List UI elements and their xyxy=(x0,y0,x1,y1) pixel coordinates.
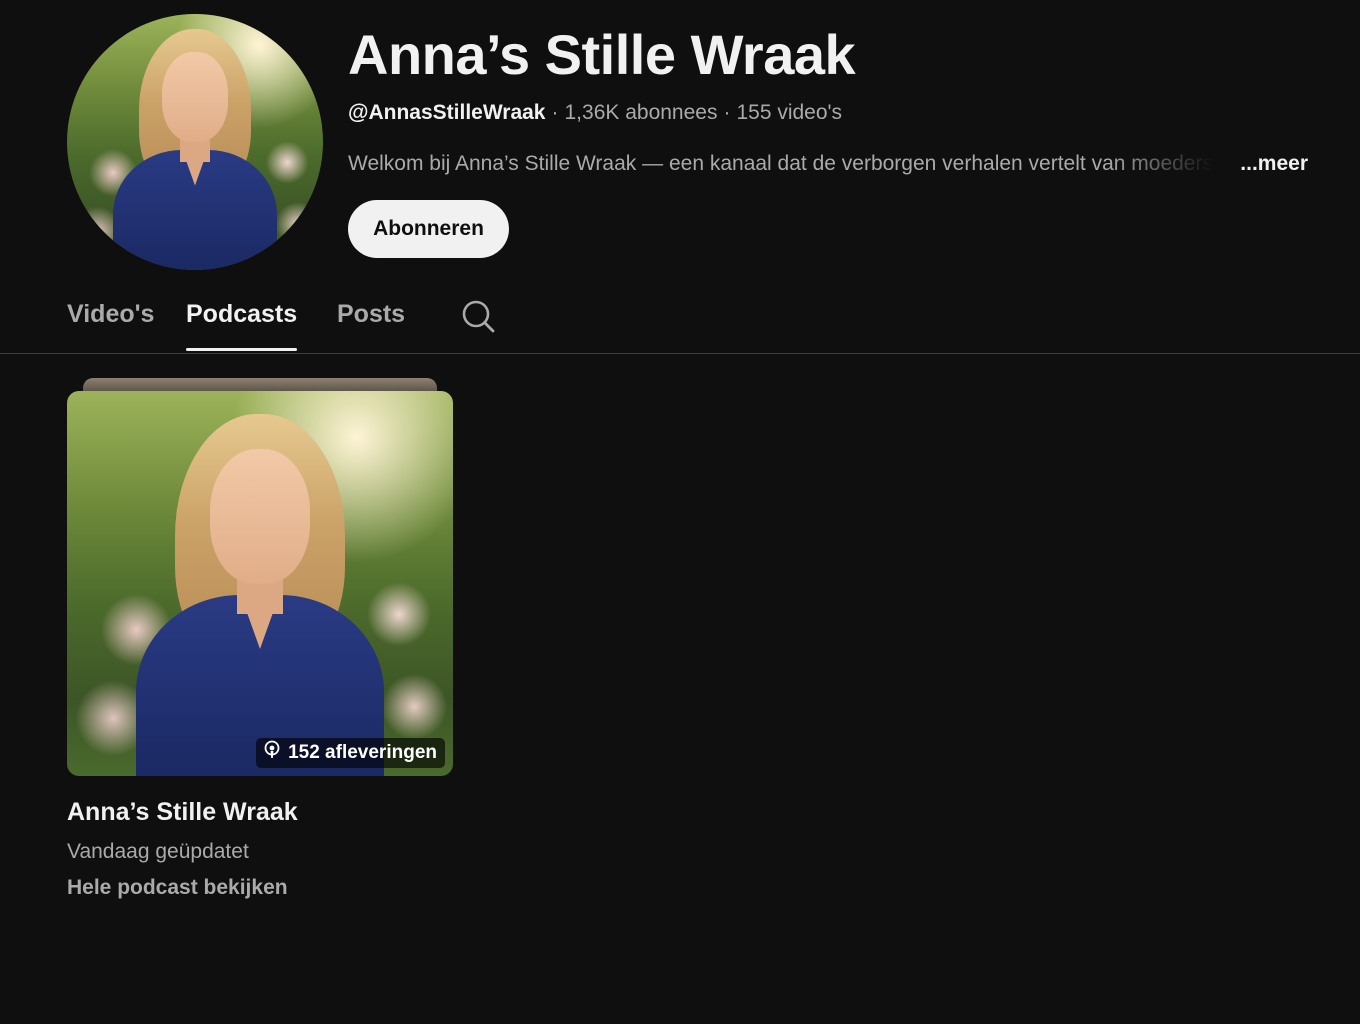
channel-title: Anna’s Stille Wraak xyxy=(348,23,856,86)
tab-podcasts[interactable]: Podcasts xyxy=(186,300,298,351)
channel-meta: @AnnasStilleWraak · 1,36K abonnees · 155 vid… xyxy=(348,101,842,125)
channel-avatar[interactable] xyxy=(67,14,323,270)
view-full-podcast-link[interactable]: Hele podcast bekijken xyxy=(67,876,288,900)
thumbnail-image xyxy=(67,391,453,776)
channel-handle[interactable]: @AnnasStilleWraak xyxy=(348,101,546,124)
separator-dot: · xyxy=(551,101,559,124)
search-icon[interactable] xyxy=(461,299,495,333)
episode-count: 152 afleveringen xyxy=(288,742,437,763)
playlist-stack-edge xyxy=(83,378,437,392)
channel-description[interactable]: Welkom bij Anna’s Stille Wraak — een kan… xyxy=(348,152,1308,180)
podcast-title[interactable]: Anna’s Stille Wraak xyxy=(67,798,298,827)
podcast-icon xyxy=(262,740,282,766)
episode-count-badge: 152 afleveringen xyxy=(256,738,445,768)
tab-videos[interactable]: Video's xyxy=(67,300,154,329)
channel-page: Anna’s Stille Wraak @AnnasStilleWraak · 1,… xyxy=(0,0,1360,1024)
podcast-updated: Vandaag geüpdatet xyxy=(67,840,249,863)
subscribe-button[interactable]: Abonneren xyxy=(348,200,509,258)
tab-posts[interactable]: Posts xyxy=(337,300,405,329)
more-link[interactable]: ...meer xyxy=(1240,152,1308,176)
avatar-image xyxy=(67,14,323,270)
channel-tabs: Video's Podcasts Posts xyxy=(0,290,1360,354)
separator-dot: · xyxy=(723,101,731,124)
description-text: Welkom bij Anna’s Stille Wraak — een kan… xyxy=(348,152,1213,175)
tabs-divider xyxy=(0,353,1360,354)
video-count: 155 video's xyxy=(736,101,843,124)
podcast-thumbnail[interactable]: 152 afleveringen xyxy=(67,391,453,776)
subscriber-count: 1,36K abonnees xyxy=(564,101,718,124)
